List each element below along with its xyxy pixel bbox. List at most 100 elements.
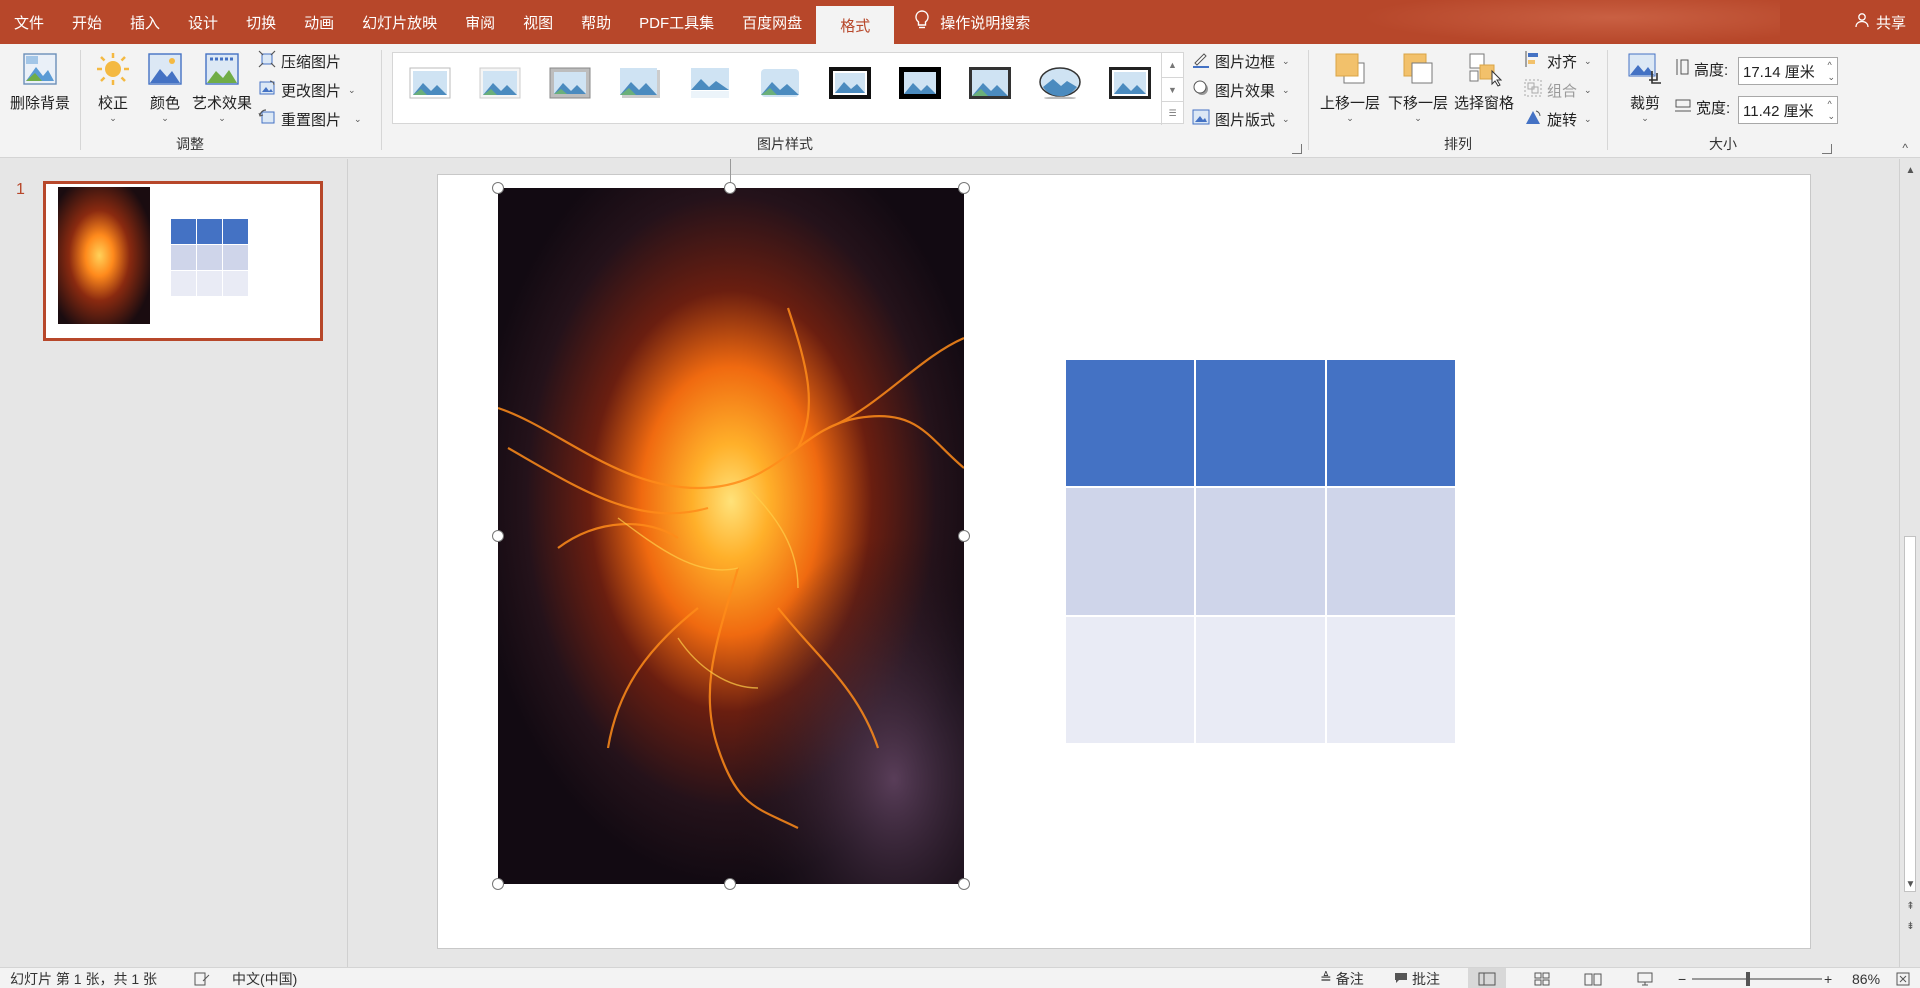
chevron-down-icon: ⌄: [1641, 113, 1649, 123]
height-input[interactable]: 17.14 厘米 ^ ⌄: [1738, 57, 1838, 85]
tab-design[interactable]: 设计: [174, 0, 232, 44]
previous-slide-button[interactable]: ⇞: [1903, 901, 1918, 912]
comments-button[interactable]: 批注: [1394, 968, 1440, 988]
remove-background-button[interactable]: 删除背景: [10, 50, 70, 113]
resize-handle-bottom-left[interactable]: [492, 878, 504, 890]
corrections-button[interactable]: 校正 ⌄: [94, 50, 132, 123]
zoom-level[interactable]: 86%: [1852, 968, 1880, 988]
picture-style-reflected[interactable]: [689, 67, 731, 99]
reset-picture-button[interactable]: 重置图片 ⌄: [258, 108, 362, 130]
tell-me-search[interactable]: 操作说明搜索: [914, 0, 1030, 44]
chevron-down-icon: ⌄: [1584, 55, 1592, 66]
resize-handle-left[interactable]: [492, 530, 504, 542]
picture-style-rounded[interactable]: [759, 67, 801, 99]
slideshow-button[interactable]: [1636, 968, 1654, 988]
picture-style-center-shadow[interactable]: [969, 67, 1011, 99]
lava-picture[interactable]: [498, 188, 964, 884]
collapse-ribbon-button[interactable]: ^: [1902, 141, 1908, 155]
tab-home[interactable]: 开始: [58, 0, 116, 44]
table-cell[interactable]: [1326, 616, 1455, 743]
vertical-scrollbar[interactable]: ▲ ▼ ⇞ ⇟: [1899, 159, 1920, 967]
scroll-thumb[interactable]: [1904, 536, 1916, 892]
zoom-in-button[interactable]: +: [1824, 968, 1832, 988]
picture-style-metal-frame[interactable]: [549, 67, 591, 99]
width-spinner[interactable]: ^ ⌄: [1827, 98, 1835, 122]
resize-handle-bottom[interactable]: [724, 878, 736, 890]
group-label: 组合: [1547, 82, 1578, 100]
picture-border-button[interactable]: 图片边框 ⌄: [1192, 50, 1290, 72]
picture-style-drop-shadow[interactable]: [619, 67, 661, 99]
resize-handle-bottom-right[interactable]: [958, 878, 970, 890]
slide-sorter-button[interactable]: [1534, 968, 1550, 988]
tab-view[interactable]: 视图: [509, 0, 567, 44]
width-input[interactable]: 11.42 厘米 ^ ⌄: [1738, 96, 1838, 124]
accessibility-icon[interactable]: [194, 968, 210, 988]
picture-style-black-frame-white[interactable]: [1109, 67, 1151, 99]
artistic-effects-button[interactable]: 艺术效果 ⌄: [192, 50, 252, 123]
picture-style-soft-edge[interactable]: [479, 67, 521, 99]
picture-layout-button[interactable]: 图片版式 ⌄: [1192, 108, 1290, 130]
gallery-scroll-up-button[interactable]: ▲: [1161, 53, 1183, 77]
selection-pane-button[interactable]: 选择窗格: [1454, 50, 1514, 113]
tab-insert[interactable]: 插入: [116, 0, 174, 44]
height-spinner[interactable]: ^ ⌄: [1827, 59, 1835, 83]
group-button[interactable]: 组合 ⌄: [1524, 79, 1592, 101]
resize-handle-top-left[interactable]: [492, 182, 504, 194]
picture-style-thick-black-frame[interactable]: [829, 67, 871, 99]
rotate-button[interactable]: 旋转 ⌄: [1524, 108, 1592, 130]
bring-forward-button[interactable]: 上移一层 ⌄: [1320, 50, 1380, 123]
share-button[interactable]: 共享: [1854, 0, 1906, 44]
normal-view-button[interactable]: [1468, 968, 1506, 988]
zoom-thumb[interactable]: [1746, 971, 1750, 986]
tab-slideshow[interactable]: 幻灯片放映: [348, 0, 451, 44]
size-dialog-launcher[interactable]: [1822, 144, 1832, 154]
tab-animations[interactable]: 动画: [290, 0, 348, 44]
table-cell[interactable]: [1066, 616, 1195, 743]
language-indicator[interactable]: 中文(中国): [232, 968, 297, 988]
picture-styles-dialog-launcher[interactable]: [1292, 144, 1302, 154]
reading-view-button[interactable]: [1584, 968, 1602, 988]
chevron-down-icon: ⌄: [1282, 84, 1290, 95]
scroll-down-button[interactable]: ▼: [1903, 879, 1918, 890]
notes-button[interactable]: ≜ 备注: [1320, 968, 1364, 988]
compress-pictures-button[interactable]: 压缩图片: [258, 50, 341, 72]
gallery-scroll-down-button[interactable]: ▼: [1161, 77, 1183, 101]
tab-pdf-tools[interactable]: PDF工具集: [625, 0, 728, 44]
tab-help[interactable]: 帮助: [567, 0, 625, 44]
gallery-more-button[interactable]: ☰: [1161, 101, 1183, 125]
table-cell[interactable]: [1196, 616, 1325, 743]
slide-thumbnail[interactable]: [43, 181, 323, 341]
tell-me-label: 操作说明搜索: [940, 14, 1031, 32]
zoom-out-button[interactable]: −: [1678, 968, 1686, 988]
slide-table[interactable]: [1066, 360, 1455, 743]
send-backward-button[interactable]: 下移一层 ⌄: [1388, 50, 1448, 123]
change-picture-button[interactable]: 更改图片 ⌄: [258, 79, 356, 101]
tab-baidu-netdisk[interactable]: 百度网盘: [728, 0, 816, 44]
tab-review[interactable]: 审阅: [451, 0, 509, 44]
table-cell[interactable]: [1326, 488, 1455, 615]
color-button[interactable]: 颜色 ⌄: [146, 50, 184, 123]
table-cell[interactable]: [1196, 360, 1325, 487]
next-slide-button[interactable]: ⇟: [1903, 921, 1918, 932]
crop-button[interactable]: 裁剪 ⌄: [1626, 50, 1664, 123]
chevron-down-icon: ⌄: [1414, 113, 1422, 123]
align-button[interactable]: 对齐 ⌄: [1524, 50, 1592, 72]
scroll-up-button[interactable]: ▲: [1903, 165, 1918, 176]
resize-handle-right[interactable]: [958, 530, 970, 542]
zoom-slider[interactable]: [1692, 968, 1822, 988]
table-cell[interactable]: [1066, 360, 1195, 487]
tab-transitions[interactable]: 切换: [232, 0, 290, 44]
tab-file[interactable]: 文件: [0, 0, 58, 44]
picture-style-simple-frame[interactable]: [409, 67, 451, 99]
tab-format[interactable]: 格式: [816, 6, 895, 44]
resize-handle-top-right[interactable]: [958, 182, 970, 194]
table-cell[interactable]: [1196, 488, 1325, 615]
table-cell[interactable]: [1326, 360, 1455, 487]
resize-handle-top[interactable]: [724, 182, 736, 194]
picture-style-black-shadow-frame[interactable]: [899, 67, 941, 99]
height-icon: [1674, 58, 1690, 80]
picture-style-oval[interactable]: [1039, 67, 1081, 100]
fit-slide-button[interactable]: [1896, 968, 1910, 988]
picture-effects-button[interactable]: 图片效果 ⌄: [1192, 79, 1290, 101]
table-cell[interactable]: [1066, 488, 1195, 615]
